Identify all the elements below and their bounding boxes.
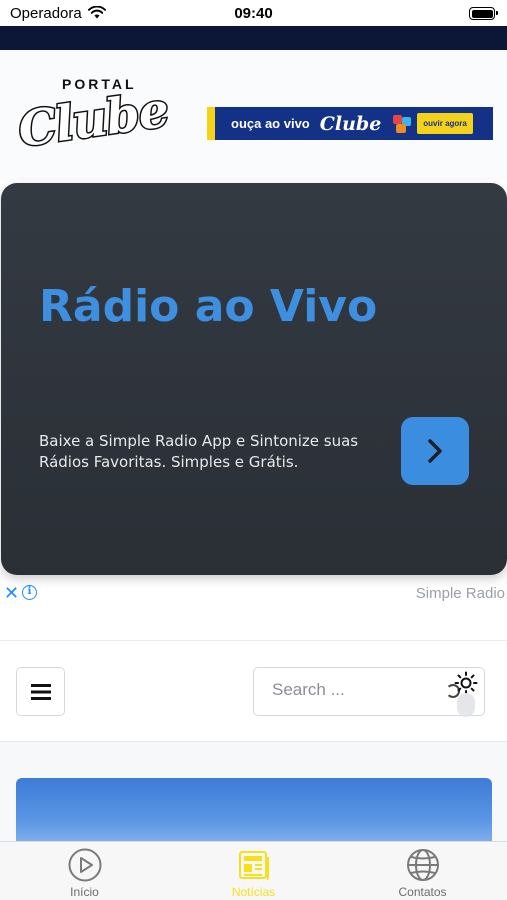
status-bar: Operadora 09:40 <box>0 0 507 26</box>
search-box[interactable] <box>253 667 485 717</box>
globe-icon <box>406 849 439 881</box>
tab-label: Contatos <box>398 885 447 899</box>
sun-icon <box>454 671 478 695</box>
top-band <box>0 26 507 50</box>
search-input[interactable] <box>272 680 432 700</box>
portal-clube-logo[interactable]: PORTAL Clube Clube <box>12 74 173 170</box>
article-image[interactable] <box>16 778 492 848</box>
ad-footer: ✕ i Simple Radio <box>0 582 507 606</box>
ad-open-button[interactable] <box>401 417 469 485</box>
close-icon[interactable]: ✕ <box>4 584 19 602</box>
banner-text: ouça ao vivo <box>231 116 310 131</box>
listen-live-banner[interactable]: ouça ao vivo Clube ouvir agora <box>207 107 493 140</box>
hamburger-menu-icon <box>30 683 51 700</box>
toggle-pill <box>457 693 475 717</box>
site-header: PORTAL Clube Clube ouça ao vivo Clube ou… <box>0 50 507 180</box>
nav-strip <box>0 641 507 741</box>
banner-stripe <box>207 107 215 140</box>
battery-icon <box>469 7 498 20</box>
banner-brand: Clube <box>319 112 382 135</box>
ad-sponsor[interactable]: Simple Radio <box>416 585 505 602</box>
ad-body: Baixe a Simple Radio App e Sintonize sua… <box>39 432 359 471</box>
tab-label: Início <box>70 885 99 899</box>
newspaper-icon <box>238 851 269 880</box>
info-icon[interactable]: i <box>22 585 37 600</box>
status-time: 09:40 <box>234 5 273 22</box>
play-circle-icon <box>68 848 101 882</box>
tab-inicio[interactable]: Início <box>0 842 169 900</box>
tab-label: Notícias <box>231 885 276 899</box>
banner-art-icon <box>391 113 413 135</box>
ad-card[interactable]: Rádio ao Vivo Baixe a Simple Radio App e… <box>1 183 507 575</box>
tab-bar: Início Notícias Contatos <box>0 841 507 900</box>
menu-button[interactable] <box>16 667 65 716</box>
tab-contatos[interactable]: Contatos <box>338 842 507 900</box>
ad-title: Rádio ao Vivo <box>39 281 378 332</box>
chevron-right-icon <box>428 439 442 463</box>
logo-clube-text: Clube <box>14 81 172 159</box>
content-area <box>0 742 507 848</box>
listen-now-button[interactable]: ouvir agora <box>417 113 473 134</box>
theme-toggle[interactable] <box>454 671 478 717</box>
tab-noticias[interactable]: Notícias <box>169 842 338 900</box>
